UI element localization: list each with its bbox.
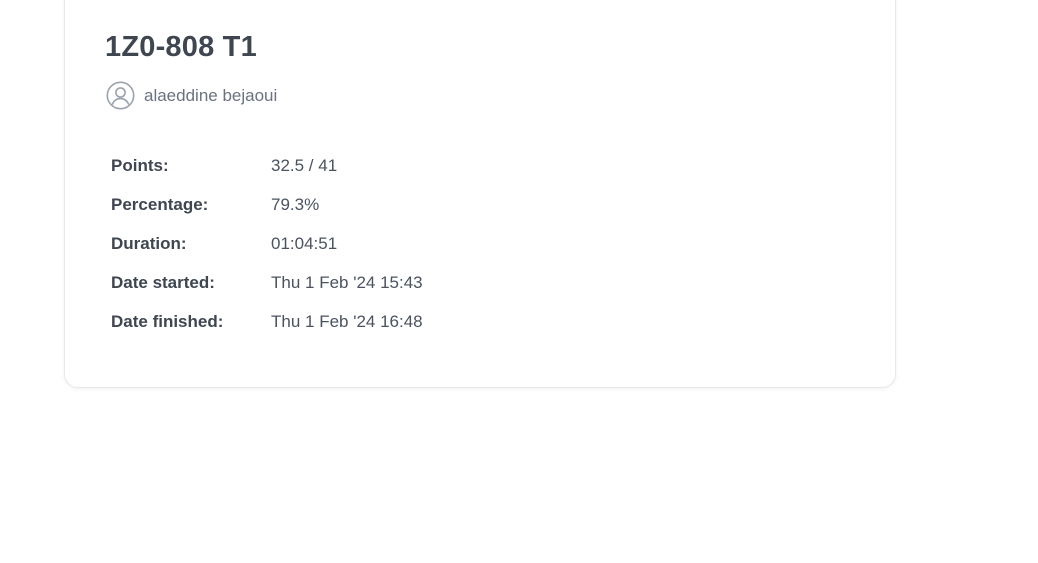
stat-label: Duration: (111, 233, 187, 253)
stat-row-date-finished: Date finished: Thu 1 Feb '24 16:48 (111, 302, 423, 341)
stat-value: 79.3% (271, 195, 320, 215)
stat-row-duration: Duration: 01:04:51 (111, 225, 423, 264)
stat-value: 32.5 / 41 (271, 156, 338, 176)
result-card: 1Z0-808 T1 alaeddine bejaoui Points: 32.… (64, 0, 896, 388)
stat-label: Date finished: (111, 311, 224, 331)
stat-value: 01:04:51 (271, 233, 338, 253)
stat-value: Thu 1 Feb '24 15:43 (271, 272, 423, 292)
author: alaeddine bejaoui (106, 81, 277, 110)
user-circle-icon (106, 81, 135, 110)
stat-label: Date started: (111, 272, 215, 292)
stat-row-date-started: Date started: Thu 1 Feb '24 15:43 (111, 263, 423, 302)
author-name: alaeddine bejaoui (144, 85, 278, 105)
exam-title: 1Z0-808 T1 (105, 31, 257, 63)
stat-value: Thu 1 Feb '24 16:48 (271, 311, 423, 331)
stat-row-points: Points: 32.5 / 41 (111, 147, 423, 186)
stat-row-percentage: Percentage: 79.3% (111, 186, 423, 225)
stat-label: Points: (111, 156, 169, 176)
stats-table: Points: 32.5 / 41 Percentage: 79.3% Dura… (111, 147, 423, 341)
stat-label: Percentage: (111, 195, 209, 215)
